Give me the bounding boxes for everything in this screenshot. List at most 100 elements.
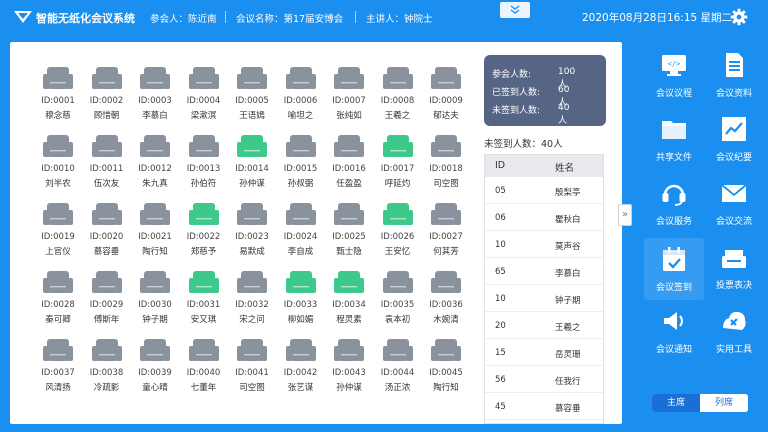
seat[interactable]: ID:0035 袁本初 (378, 270, 418, 330)
role-toggle[interactable]: 主席 列席 (652, 394, 748, 412)
seat[interactable]: ID:0036 木婉清 (426, 270, 466, 330)
seat[interactable]: ID:0030 钟子期 (135, 270, 175, 330)
table-row[interactable]: 20 王羲之 (485, 312, 603, 339)
menu-item[interactable]: 会议交流 (704, 172, 764, 234)
chair-icon (42, 270, 74, 296)
column-header-name: 姓名 (555, 163, 575, 174)
table-row[interactable]: 65 李慕白 (485, 258, 603, 285)
collapse-header-button[interactable] (500, 2, 530, 18)
gear-icon[interactable] (730, 8, 748, 26)
menu-item[interactable]: </> 会议议程 (644, 44, 704, 106)
speaker-icon (659, 306, 689, 336)
menu-item[interactable]: 会议签到 (644, 238, 704, 300)
seat[interactable]: ID:0017 呼延灼 (378, 134, 418, 194)
seat[interactable]: ID:0007 张纯如 (329, 66, 369, 126)
table-row[interactable]: 05 殷梨亭 (485, 177, 603, 204)
menu-item[interactable]: 投票表决 (704, 236, 764, 298)
role-option-chair[interactable]: 主席 (652, 394, 700, 412)
chair-icon (430, 270, 462, 296)
seat-name: 木婉清 (433, 315, 459, 325)
seat[interactable]: ID:0025 甄士隐 (329, 202, 369, 262)
seat[interactable]: ID:0002 顾惜朝 (87, 66, 127, 126)
menu-item-label: 实用工具 (715, 345, 752, 355)
chair-icon (333, 338, 365, 364)
seat[interactable]: ID:0039 童心晴 (135, 338, 175, 398)
chair-icon (430, 134, 462, 160)
role-option-attendee[interactable]: 列席 (700, 394, 748, 412)
seat[interactable]: ID:0031 安又琪 (184, 270, 224, 330)
seat[interactable]: ID:0042 张艺谋 (281, 338, 321, 398)
unsigned-summary: 未签到人数：40人 (484, 139, 563, 150)
seat[interactable]: ID:0001 穆念慈 (38, 66, 78, 126)
seat[interactable]: ID:0038 冷疏影 (87, 338, 127, 398)
seat[interactable]: ID:0029 傅斯年 (87, 270, 127, 330)
seat[interactable]: ID:0044 汤正浓 (378, 338, 418, 398)
seat[interactable]: ID:0027 何其芳 (426, 202, 466, 262)
table-row[interactable]: 10 钟子期 (485, 285, 603, 312)
seat[interactable]: ID:0003 李慕白 (135, 66, 175, 126)
seat[interactable]: ID:0045 陶行知 (426, 338, 466, 398)
mail-icon (719, 178, 749, 208)
menu-item[interactable]: 共享文件 (644, 108, 704, 170)
cell-name: 钟子期 (555, 296, 581, 306)
table-row[interactable]: 56 任我行 (485, 366, 603, 393)
seat[interactable]: ID:0011 伍次友 (87, 134, 127, 194)
seat[interactable]: ID:0014 孙仲谋 (232, 134, 272, 194)
cell-name: 莫声谷 (555, 242, 581, 252)
seat[interactable]: ID:0006 喻坦之 (281, 66, 321, 126)
unsigned-table[interactable]: ID 姓名 05 殷梨亭 06 瞿秋白 10 莫声谷 65 李慕白 10 钟子期 20 王羲之 15 岳灵… (484, 154, 604, 424)
seat[interactable]: ID:0026 王安忆 (378, 202, 418, 262)
seat[interactable]: ID:0008 王羲之 (378, 66, 418, 126)
seat[interactable]: ID:0010 刘半农 (38, 134, 78, 194)
seat[interactable]: ID:0041 司空图 (232, 338, 272, 398)
chair-icon (42, 338, 74, 364)
ballot-box-icon (719, 242, 749, 272)
chair-icon (188, 66, 220, 92)
seat[interactable]: ID:0033 柳如媚 (281, 270, 321, 330)
table-row[interactable]: 10 莫声谷 (485, 231, 603, 258)
menu-item[interactable]: 实用工具 (704, 300, 764, 362)
seat[interactable]: ID:0020 慕容垂 (87, 202, 127, 262)
seat[interactable]: ID:0023 易默成 (232, 202, 272, 262)
seat[interactable]: ID:0015 孙叔弼 (281, 134, 321, 194)
menu-item[interactable]: 会议通知 (644, 300, 704, 362)
table-row[interactable]: 15 岳灵珊 (485, 339, 603, 366)
chair-icon (91, 202, 123, 228)
function-menu: 主席 列席 </> 会议议程 会议资料共享文件 会议纪要会议服务 会议交流 会议签到 投票表… (632, 42, 768, 432)
chair-icon (236, 202, 268, 228)
seat[interactable]: ID:0019 上官仪 (38, 202, 78, 262)
seat[interactable]: ID:0037 风清扬 (38, 338, 78, 398)
table-row[interactable]: 45 慕容垂 (485, 393, 603, 420)
participant-label: 参会人：陈近南 (150, 14, 217, 25)
seat[interactable]: ID:0034 程灵素 (329, 270, 369, 330)
menu-item[interactable]: 会议纪要 (704, 108, 764, 170)
chair-signed-icon (188, 270, 220, 296)
chair-signed-icon (188, 202, 220, 228)
chair-icon (139, 66, 171, 92)
seat[interactable]: ID:0012 朱九真 (135, 134, 175, 194)
expand-panel-handle[interactable]: » (618, 204, 632, 226)
seat[interactable]: ID:0021 陶行知 (135, 202, 175, 262)
seat[interactable]: ID:0016 任盈盈 (329, 134, 369, 194)
seat-name: 郁达夫 (433, 111, 459, 121)
chart-icon (719, 114, 749, 144)
seat[interactable]: ID:0013 孙伯符 (184, 134, 224, 194)
seat[interactable]: ID:0040 七董年 (184, 338, 224, 398)
seat[interactable]: ID:0009 郁达夫 (426, 66, 466, 126)
menu-item[interactable]: 会议服务 (644, 172, 704, 234)
menu-item[interactable]: 会议资料 (704, 44, 764, 106)
seat[interactable]: ID:0032 宋之问 (232, 270, 272, 330)
menu-item-label: 会议服务 (655, 217, 692, 227)
seat[interactable]: ID:0004 梁漱溟 (184, 66, 224, 126)
seat[interactable]: ID:0028 秦可卿 (38, 270, 78, 330)
cell-name: 李慕白 (555, 269, 581, 279)
seat-id: ID:0036 (429, 300, 463, 310)
seat-name: 何其芳 (433, 247, 459, 257)
seat[interactable]: ID:0024 李自成 (281, 202, 321, 262)
seat[interactable]: ID:0005 王语嫣 (232, 66, 272, 126)
seat[interactable]: ID:0018 司空图 (426, 134, 466, 194)
seat[interactable]: ID:0022 郑慈予 (184, 202, 224, 262)
table-row[interactable]: 06 瞿秋白 (485, 204, 603, 231)
menu-item-label: 会议资料 (715, 89, 752, 99)
seat[interactable]: ID:0043 孙仲谋 (329, 338, 369, 398)
